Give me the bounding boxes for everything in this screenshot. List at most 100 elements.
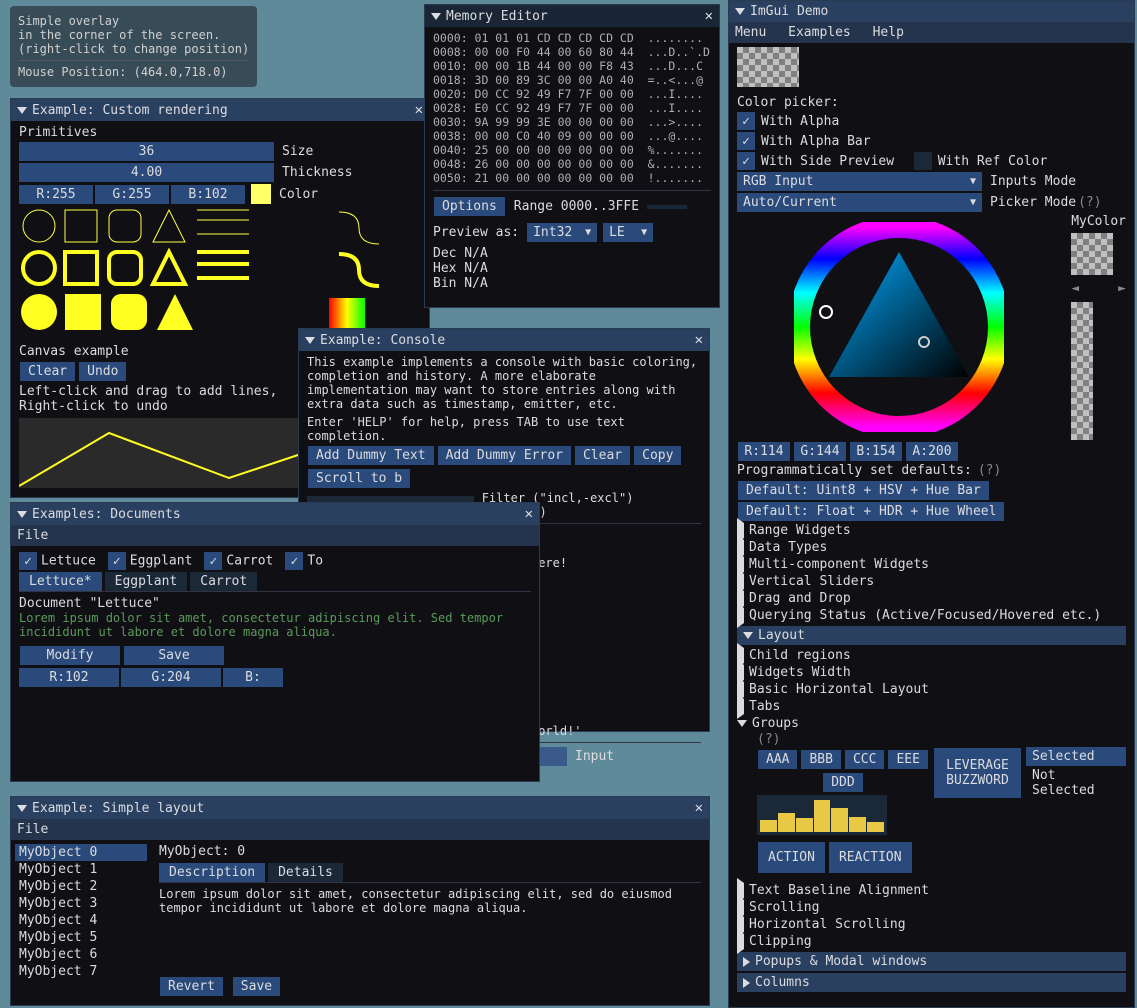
list-item[interactable]: MyObject 1: [15, 861, 147, 878]
layout-tab[interactable]: Description: [159, 863, 265, 882]
channel-b[interactable]: B:154: [850, 442, 902, 461]
doc-color-g[interactable]: G:204: [121, 668, 221, 687]
options-button[interactable]: Options: [434, 197, 505, 216]
group-btn[interactable]: BBB: [801, 750, 840, 769]
checkbox[interactable]: ✓: [737, 112, 755, 130]
not-selected-item[interactable]: Not Selected: [1026, 766, 1126, 800]
copy-button[interactable]: Copy: [634, 446, 681, 465]
checkbox[interactable]: ✓: [737, 132, 755, 150]
channel-a[interactable]: A:200: [906, 442, 958, 461]
list-item[interactable]: MyObject 7: [15, 963, 147, 980]
titlebar[interactable]: Memory Editor ✕: [425, 5, 719, 27]
doc-tab[interactable]: Lettuce*: [19, 572, 102, 591]
reaction-button[interactable]: REACTION: [829, 842, 912, 873]
list-item[interactable]: MyObject 4: [15, 912, 147, 929]
tree-item[interactable]: Querying Status (Active/Focused/Hovered …: [737, 607, 1126, 624]
titlebar[interactable]: Examples: Documents ✕: [11, 503, 539, 525]
group-btn[interactable]: AAA: [758, 750, 797, 769]
collapse-icon[interactable]: [17, 511, 27, 518]
tree-groups[interactable]: Groups: [737, 715, 1126, 732]
file-menu[interactable]: File: [17, 822, 48, 837]
action-button[interactable]: ACTION: [758, 842, 825, 873]
tree-item[interactable]: Widgets Width: [737, 664, 1126, 681]
checkbox[interactable]: ✓: [285, 552, 303, 570]
add-dummy-text-button[interactable]: Add Dummy Text: [308, 446, 434, 465]
collapse-icon[interactable]: [735, 8, 745, 15]
help-icon[interactable]: (?): [978, 463, 1001, 478]
layout-tab[interactable]: Details: [268, 863, 343, 882]
save-button[interactable]: Save: [233, 977, 280, 996]
popups-header[interactable]: Popups & Modal windows: [737, 952, 1126, 971]
group-btn-ddd[interactable]: DDD: [823, 773, 862, 792]
mycolor-preview[interactable]: [1071, 233, 1113, 275]
save-button[interactable]: Save: [124, 646, 224, 665]
object-list[interactable]: MyObject 0MyObject 1MyObject 2MyObject 3…: [11, 840, 151, 996]
doc-tab[interactable]: Carrot: [190, 572, 257, 591]
undo-button[interactable]: Undo: [79, 362, 126, 381]
close-icon[interactable]: ✕: [525, 506, 533, 522]
selected-item[interactable]: Selected: [1026, 747, 1126, 766]
hex-dump[interactable]: 0000: 01 01 01 CD CD CD CD CD ........ 0…: [433, 31, 711, 185]
checkbox[interactable]: ✓: [19, 552, 37, 570]
collapse-icon[interactable]: [305, 337, 315, 344]
checkbox[interactable]: [914, 152, 932, 170]
list-item[interactable]: MyObject 6: [15, 946, 147, 963]
menu-item[interactable]: Help: [873, 25, 904, 40]
tree-item[interactable]: Multi-component Widgets: [737, 556, 1126, 573]
titlebar[interactable]: Example: Simple layout ✕: [11, 797, 709, 819]
revert-button[interactable]: Revert: [160, 977, 223, 996]
modify-button[interactable]: Modify: [20, 646, 120, 665]
checkbox[interactable]: ✓: [204, 552, 222, 570]
color-g[interactable]: G:255: [95, 185, 169, 204]
list-item[interactable]: MyObject 5: [15, 929, 147, 946]
channel-g[interactable]: G:144: [794, 442, 846, 461]
tree-item[interactable]: Data Types: [737, 539, 1126, 556]
inputs-mode-combo[interactable]: RGB Input▼: [737, 172, 982, 191]
leverage-button[interactable]: LEVERAGE BUZZWORD: [934, 748, 1021, 798]
tree-item[interactable]: Horizontal Scrolling: [737, 916, 1126, 933]
datatype-combo[interactable]: Int32▼: [527, 223, 597, 242]
color-swatch[interactable]: [251, 184, 271, 204]
clear-button[interactable]: Clear: [575, 446, 630, 465]
close-icon[interactable]: ✕: [695, 800, 703, 816]
columns-header[interactable]: Columns: [737, 973, 1126, 992]
list-item[interactable]: MyObject 0: [15, 844, 147, 861]
group-btn[interactable]: CCC: [845, 750, 884, 769]
menu-item[interactable]: Menu: [735, 25, 766, 40]
size-input[interactable]: 36: [19, 142, 274, 161]
titlebar[interactable]: Example: Custom rendering ✕: [11, 99, 429, 121]
help-icon[interactable]: (?): [1078, 195, 1101, 210]
menu-item[interactable]: Examples: [788, 25, 851, 40]
tree-item[interactable]: Clipping: [737, 933, 1126, 950]
close-icon[interactable]: ✕: [695, 332, 703, 348]
color-wheel[interactable]: [794, 222, 1004, 432]
collapse-icon[interactable]: [17, 107, 27, 114]
doc-color-r[interactable]: R:102: [19, 668, 119, 687]
titlebar[interactable]: Example: Console ✕: [299, 329, 709, 351]
tree-item[interactable]: Text Baseline Alignment: [737, 882, 1126, 899]
titlebar[interactable]: ImGui Demo: [729, 1, 1134, 22]
tree-item[interactable]: Basic Horizontal Layout: [737, 681, 1126, 698]
add-dummy-error-button[interactable]: Add Dummy Error: [438, 446, 571, 465]
tree-item[interactable]: Scrolling: [737, 899, 1126, 916]
collapse-icon[interactable]: [431, 13, 441, 20]
clear-button[interactable]: Clear: [20, 362, 75, 381]
close-icon[interactable]: ✕: [415, 102, 423, 118]
tree-item[interactable]: Child regions: [737, 647, 1126, 664]
thickness-input[interactable]: 4.00: [19, 163, 274, 182]
collapse-icon[interactable]: [17, 805, 27, 812]
checkbox[interactable]: ✓: [737, 152, 755, 170]
default-button-1[interactable]: Default: Uint8 + HSV + Hue Bar: [738, 481, 989, 500]
list-item[interactable]: MyObject 2: [15, 878, 147, 895]
channel-r[interactable]: R:114: [738, 442, 790, 461]
checkbox[interactable]: ✓: [108, 552, 126, 570]
file-menu[interactable]: File: [17, 528, 48, 543]
list-item[interactable]: MyObject 3: [15, 895, 147, 912]
default-button-2[interactable]: Default: Float + HDR + Hue Wheel: [738, 502, 1004, 521]
scroll-bottom-button[interactable]: Scroll to b: [308, 469, 410, 488]
layout-header[interactable]: Layout: [737, 626, 1126, 645]
tree-item[interactable]: Drag and Drop: [737, 590, 1126, 607]
tree-item[interactable]: Tabs: [737, 698, 1126, 715]
doc-tab[interactable]: Eggplant: [105, 572, 188, 591]
addr-input[interactable]: [647, 205, 687, 209]
